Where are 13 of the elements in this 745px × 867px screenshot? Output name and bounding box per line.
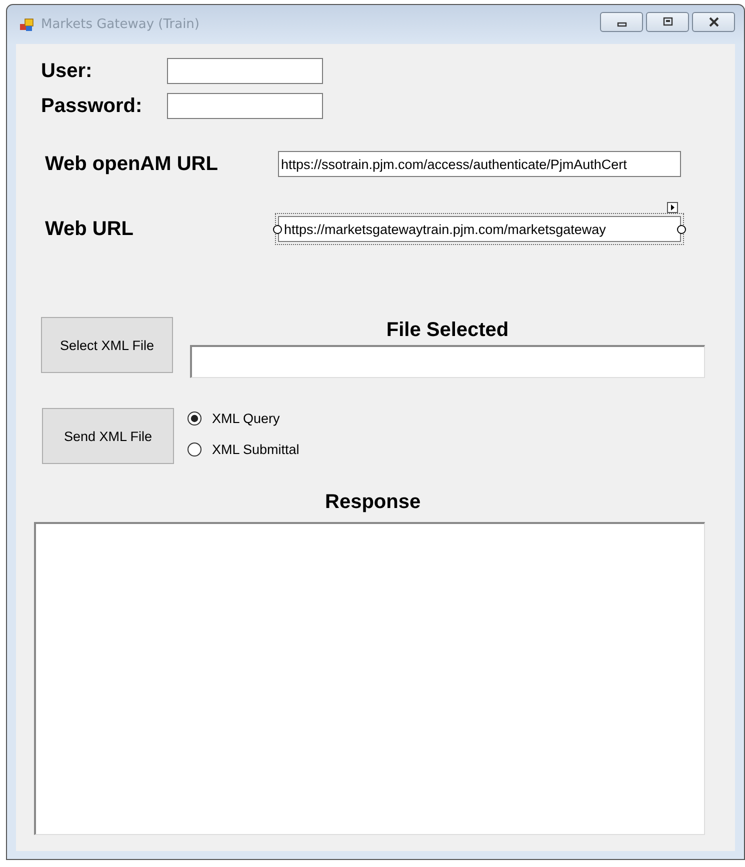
- radio-button[interactable]: XML Submittal: [187, 442, 300, 457]
- url-field[interactable]: https://marketsgatewaytrain.pjm.com/marketsgateway: [275, 213, 684, 245]
- field-label: Web openAM URL: [45, 152, 219, 176]
- send-file-button[interactable]: Send XML File: [42, 408, 174, 464]
- field-label: Web URL: [45, 218, 135, 240]
- field-label: Password:: [41, 94, 144, 118]
- section-title: Response: [325, 491, 421, 514]
- section-title: File Selected: [386, 319, 509, 342]
- field-label: User:: [41, 60, 94, 82]
- url-field[interactable]: https://ssotrain.pjm.com/access/authenticate/PjmAuthCert: [275, 148, 684, 180]
- radio-button[interactable]: XML Query: [187, 411, 300, 426]
- window-title: Markets Gateway (Train): [41, 17, 200, 32]
- select-file-button[interactable]: Select XML File: [41, 317, 173, 373]
